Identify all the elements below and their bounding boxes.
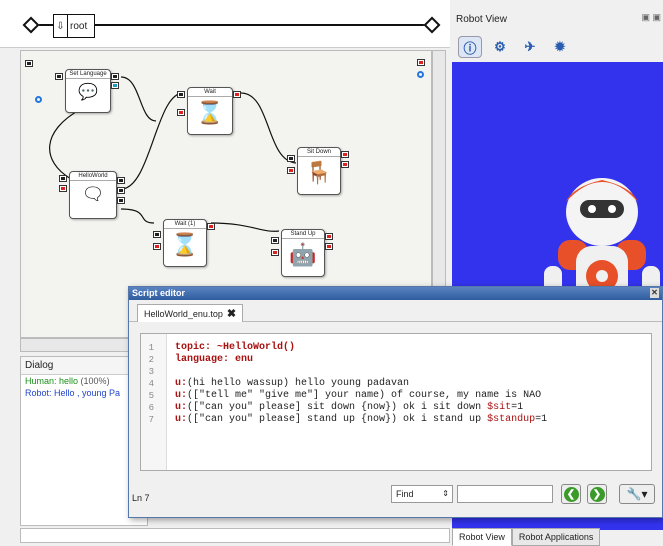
- input-port[interactable]: [287, 155, 295, 162]
- box-set-language[interactable]: Set Language 💬: [65, 69, 111, 113]
- input-port[interactable]: [55, 73, 63, 80]
- output-port[interactable]: [325, 243, 333, 250]
- robot-view-title: Robot View: [456, 14, 507, 25]
- line-number: 7: [148, 415, 154, 425]
- input-port[interactable]: [153, 243, 161, 250]
- info-icon[interactable]: ⓘ: [458, 36, 482, 58]
- robot-gear-icon[interactable]: ✹: [548, 36, 572, 58]
- code-lines: topic: ~HelloWorld() language: enu u:(hi …: [175, 342, 547, 426]
- box-stand-up[interactable]: Stand Up 🤖: [281, 229, 325, 277]
- hourglass-icon: ⌛: [196, 100, 224, 125]
- input-port[interactable]: [153, 231, 161, 238]
- line-number: 5: [148, 391, 154, 401]
- code-line: u:(["can you" please] sit down {now}) ok…: [175, 402, 524, 413]
- output-port[interactable]: [341, 161, 349, 168]
- input-port[interactable]: [271, 237, 279, 244]
- find-label: Find: [396, 489, 414, 499]
- output-port[interactable]: [233, 91, 241, 98]
- tab-label: HelloWorld_enu.top: [144, 308, 223, 319]
- robot-settings-icon[interactable]: ⚙: [488, 36, 512, 58]
- box-title: Stand Up: [282, 230, 324, 239]
- input-port[interactable]: [177, 91, 185, 98]
- script-editor-window: Script editor ✕ HelloWorld_enu.top ✖ 1 2…: [128, 286, 663, 518]
- line-number: 2: [148, 355, 154, 365]
- code-line: u:(hi hello wassup) hello young padavan: [175, 378, 410, 389]
- tab-robot-applications[interactable]: Robot Applications: [511, 528, 601, 546]
- code-line: language: enu: [175, 354, 254, 365]
- code-line: u:(["can you" please] stand up {now}) ok…: [175, 414, 548, 425]
- line-number: 6: [148, 403, 154, 413]
- script-editor-titlebar[interactable]: Script editor ✕: [129, 287, 662, 300]
- output-port[interactable]: [111, 73, 119, 80]
- updown-arrow-icon: ⇕: [442, 489, 449, 498]
- box-title: Wait (1): [164, 220, 206, 229]
- code-line: topic: ~HelloWorld(): [175, 342, 296, 353]
- robot-view-header: Robot View ▣ ▣: [452, 8, 663, 30]
- input-port[interactable]: [271, 249, 279, 256]
- line-number-gutter: 1 2 3 4 5 6 7: [141, 334, 167, 470]
- find-mode-select[interactable]: Find ⇕: [391, 485, 453, 503]
- flow-end-marker: [423, 16, 441, 34]
- tab-robot-view[interactable]: Robot View: [452, 528, 512, 546]
- speech-bubble-icon: 💬: [78, 84, 98, 101]
- input-port[interactable]: [25, 60, 33, 67]
- confidence: (100%): [80, 376, 110, 386]
- box-wait[interactable]: Wait ⌛: [187, 87, 233, 135]
- find-input[interactable]: [457, 485, 553, 503]
- cursor-status: Ln 7: [132, 493, 150, 503]
- code-line: u:(["tell me" "give me"] your name) of c…: [175, 390, 542, 401]
- box-helloworld[interactable]: HelloWorld 🗨: [69, 171, 117, 219]
- line-number: 4: [148, 379, 154, 389]
- robot-view-toolbar: ⓘ ⚙ ✈ ✹: [452, 32, 663, 62]
- code-editor[interactable]: 1 2 3 4 5 6 7 topic: ~HelloWorld() langua…: [140, 333, 652, 471]
- close-icon[interactable]: ✕: [650, 288, 659, 298]
- output-port[interactable]: [417, 59, 425, 66]
- robot-motion-icon[interactable]: ✈: [518, 36, 542, 58]
- root-label: root: [70, 20, 88, 32]
- breadcrumb-bar: ⇩ root: [0, 0, 450, 48]
- root-breadcrumb[interactable]: ⇩ root: [53, 14, 95, 38]
- output-port[interactable]: [111, 82, 119, 89]
- output-port[interactable]: [325, 233, 333, 240]
- robot-view-tabs: Robot View Robot Applications: [452, 528, 663, 546]
- output-port[interactable]: [341, 151, 349, 158]
- box-title: HelloWorld: [70, 172, 116, 181]
- sit-pose-icon: 🪑: [305, 160, 333, 185]
- input-port[interactable]: [177, 109, 185, 116]
- output-port[interactable]: [117, 197, 125, 204]
- editor-tabs: HelloWorld_enu.top ✖: [129, 300, 662, 322]
- dialog-input[interactable]: [20, 528, 450, 543]
- input-port[interactable]: [59, 175, 67, 182]
- onload-dot: [35, 96, 42, 103]
- window-controls-icon[interactable]: ▣ ▣: [641, 12, 661, 23]
- output-port[interactable]: [207, 223, 215, 230]
- flow-start-marker: [22, 16, 40, 34]
- output-port[interactable]: [117, 177, 125, 184]
- dialog-icon: 🗨: [81, 184, 105, 204]
- robot-stand-icon: 🤖: [289, 242, 317, 267]
- find-previous-button[interactable]: ❮: [561, 484, 581, 504]
- tab-helloworld-enu[interactable]: HelloWorld_enu.top ✖: [137, 304, 244, 322]
- box-title: Wait: [188, 88, 232, 97]
- box-download-icon: ⇩: [54, 15, 68, 37]
- output-port[interactable]: [117, 187, 125, 194]
- input-port[interactable]: [287, 167, 295, 174]
- human-text: Human: hello: [25, 376, 79, 386]
- input-port[interactable]: [59, 185, 67, 192]
- box-title: Set Language: [66, 70, 110, 79]
- line-number: 3: [148, 367, 154, 377]
- box-sit-down[interactable]: Sit Down 🪑: [297, 147, 341, 195]
- arrow-right-icon: ❯: [589, 486, 605, 502]
- wrench-icon[interactable]: 🔧▾: [619, 484, 655, 504]
- tab-close-icon[interactable]: ✖: [227, 307, 236, 320]
- arrow-left-icon: ❮: [563, 486, 579, 502]
- line-number: 1: [148, 343, 154, 353]
- box-wait-1[interactable]: Wait (1) ⌛: [163, 219, 207, 267]
- output-dot: [417, 71, 424, 78]
- hourglass-icon: ⌛: [171, 232, 199, 257]
- script-editor-title: Script editor: [132, 288, 186, 298]
- find-next-button[interactable]: ❯: [587, 484, 607, 504]
- box-title: Sit Down: [298, 148, 340, 157]
